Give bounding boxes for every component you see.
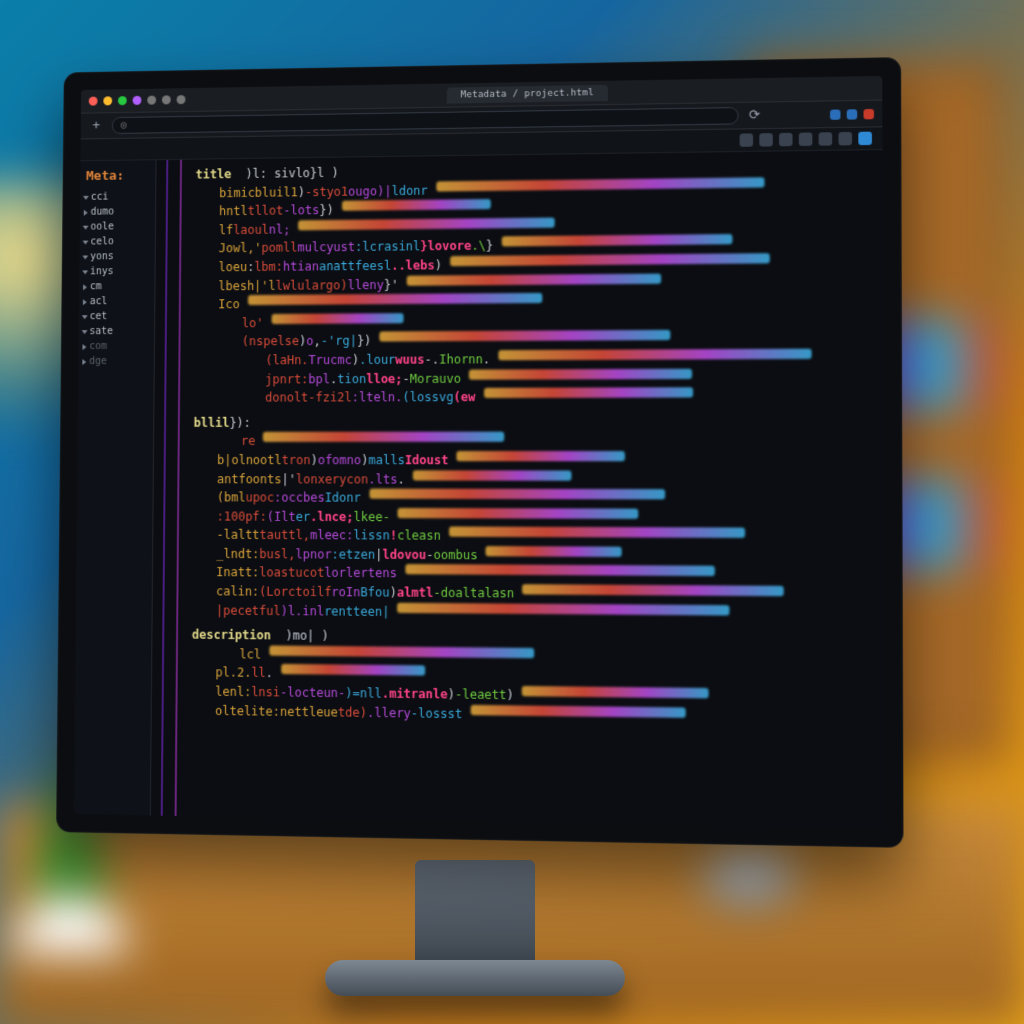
explorer-item[interactable]: dumo <box>84 204 152 220</box>
extension-icon[interactable] <box>847 109 857 119</box>
minimize-icon[interactable] <box>103 96 112 105</box>
explorer-item[interactable]: oole <box>84 219 152 235</box>
code-line: bllil}): <box>160 412 883 432</box>
address-right-icons <box>830 108 874 119</box>
chevron-icon <box>83 284 87 290</box>
explorer-item[interactable]: cci <box>84 189 152 205</box>
code-line: |pecetful )l.inl rentteen| <box>158 601 883 626</box>
explorer-item[interactable]: cet <box>83 309 151 324</box>
explorer-item[interactable]: yons <box>83 249 151 265</box>
editor-area: Meta: cci dumo oole celo yons inys cm acl cet sat… <box>74 150 884 829</box>
traffic-dot-icon <box>147 96 156 105</box>
chevron-icon <box>82 315 88 319</box>
traffic-dot-icon <box>177 95 186 104</box>
explorer-item-label: yons <box>90 251 114 262</box>
tool-icon[interactable] <box>740 133 753 146</box>
url-display: ◎ <box>121 120 127 131</box>
explorer-item[interactable]: cm <box>83 279 151 294</box>
extension-icon[interactable] <box>830 109 840 119</box>
explorer-item[interactable]: com <box>82 339 150 354</box>
explorer-item-label: celo <box>90 236 114 247</box>
run-icon[interactable] <box>858 132 872 146</box>
explorer-item-label: com <box>89 341 107 352</box>
active-tab[interactable]: Metadata / project.html <box>446 84 608 103</box>
code-line: jpnrt: bpl . tion lloe; - Morauvo <box>160 368 883 389</box>
monitor-bezel: Metadata / project.html + ◎ ⟳ <box>56 57 903 848</box>
chevron-icon <box>83 299 87 305</box>
explorer-item-label: cm <box>90 281 102 292</box>
reload-icon[interactable]: ⟳ <box>746 108 763 124</box>
explorer-item-label: inys <box>90 266 114 277</box>
explorer-item[interactable]: sate <box>83 324 151 339</box>
tool-icon[interactable] <box>779 133 793 147</box>
chevron-icon <box>82 270 88 274</box>
explorer-item-label: sate <box>89 326 113 337</box>
explorer-header: Meta: <box>84 166 152 190</box>
explorer-item-label: cci <box>91 192 109 203</box>
explorer-item-label: dumo <box>91 206 115 217</box>
monitor-stand <box>415 860 535 970</box>
code-line: (bml upoc :occbes Idonr <box>159 488 883 509</box>
maximize-icon[interactable] <box>118 96 127 105</box>
explorer-item[interactable]: celo <box>83 234 151 250</box>
traffic-dot-icon <box>133 96 142 105</box>
explorer-item-label: oole <box>90 221 114 232</box>
code-line: antfoonts |' lonxerycon .lts . <box>160 470 884 490</box>
tool-icon[interactable] <box>819 132 833 146</box>
explorer-item[interactable]: acl <box>83 294 151 309</box>
chevron-icon <box>82 359 86 365</box>
chevron-icon <box>82 344 86 350</box>
file-explorer: Meta: cci dumo oole celo yons inys cm acl cet sat… <box>74 160 157 815</box>
tool-icon[interactable] <box>759 133 773 147</box>
monitor: Metadata / project.html + ◎ ⟳ <box>60 70 890 830</box>
traffic-dot-icon <box>162 95 171 104</box>
screen: Metadata / project.html + ◎ ⟳ <box>74 76 884 829</box>
code-pane[interactable]: title )l: sivlo}l ) bimicbluil1 ) -styo1… <box>151 150 885 829</box>
new-tab-button[interactable]: + <box>88 118 104 133</box>
explorer-item[interactable]: dge <box>82 354 150 369</box>
close-icon[interactable] <box>89 97 98 106</box>
explorer-item[interactable]: inys <box>83 264 151 280</box>
explorer-item-label: dge <box>89 356 107 367</box>
chevron-icon <box>82 330 88 334</box>
tool-icon[interactable] <box>838 132 852 146</box>
notification-icon[interactable] <box>863 108 874 118</box>
code-line: b|olnootl tron ) ofomno ) malls Idoust <box>160 451 884 470</box>
explorer-item-label: cet <box>90 311 108 322</box>
code-line: re <box>160 432 883 451</box>
chevron-icon <box>83 195 89 199</box>
tool-icon[interactable] <box>799 132 813 146</box>
chevron-icon <box>84 209 88 215</box>
explorer-item-label: acl <box>90 296 108 307</box>
code-line: donolt-fzi2l :lteln. (lossvg (ew <box>160 387 883 408</box>
chevron-icon <box>82 255 88 259</box>
chevron-icon <box>83 240 89 244</box>
chevron-icon <box>83 225 89 229</box>
